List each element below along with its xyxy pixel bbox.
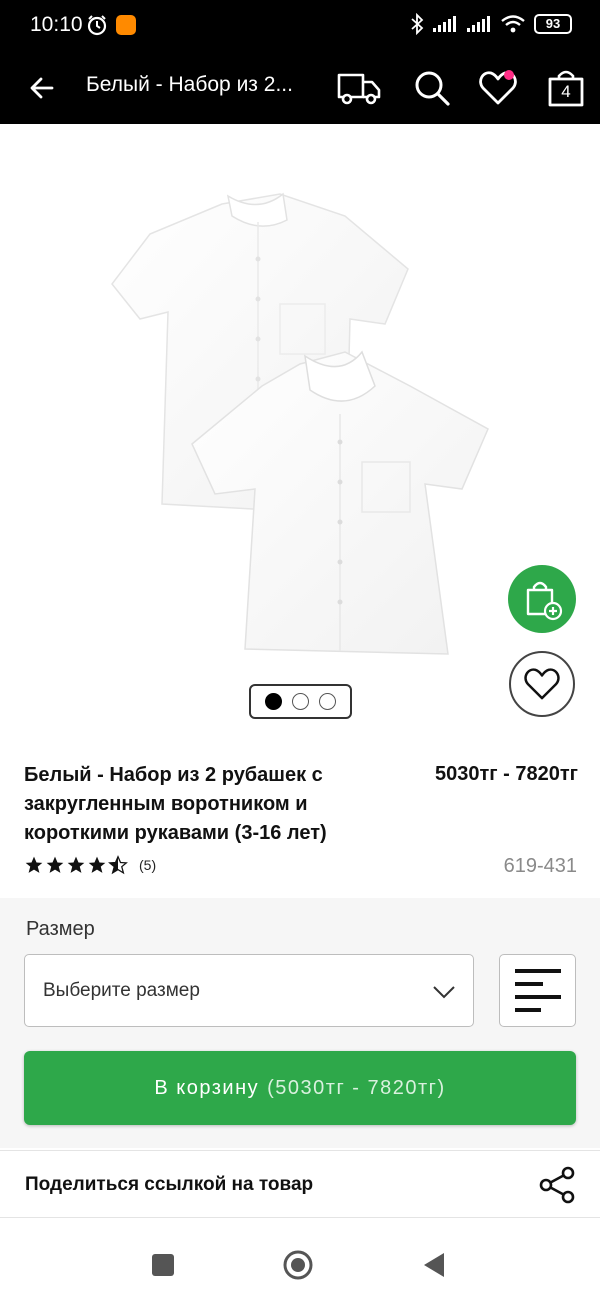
product-price: 5030тг - 7820тг bbox=[434, 763, 578, 785]
add-to-cart-button[interactable]: В корзину (5030тг - 7820тг) bbox=[24, 1051, 576, 1125]
status-right-icons: 93 bbox=[410, 13, 572, 35]
size-select-placeholder: Выберите размер bbox=[43, 980, 200, 1001]
app-notification-icon bbox=[116, 15, 136, 35]
back-nav-button[interactable] bbox=[414, 1247, 454, 1283]
delivery-truck-icon bbox=[337, 73, 381, 105]
bag-add-icon bbox=[526, 581, 563, 621]
share-row[interactable]: Поделиться ссылкой на товар bbox=[0, 1150, 600, 1218]
image-carousel-indicator[interactable] bbox=[249, 684, 352, 719]
product-title: Белый - Набор из 2 рубашек с закругленны… bbox=[24, 764, 327, 844]
home-icon bbox=[283, 1250, 313, 1280]
bluetooth-icon bbox=[411, 13, 424, 35]
status-time: 10:10 bbox=[30, 13, 83, 36]
cart-count: 4 bbox=[561, 82, 571, 101]
back-triangle-icon bbox=[424, 1253, 444, 1277]
star-half-icon bbox=[108, 855, 128, 875]
size-guide-button[interactable] bbox=[499, 954, 576, 1027]
carousel-dot-3[interactable] bbox=[319, 693, 336, 710]
product-photo bbox=[111, 192, 489, 655]
status-notification-icons bbox=[86, 14, 136, 36]
recents-icon bbox=[152, 1254, 174, 1276]
add-to-cart-price: (5030тг - 7820тг) bbox=[267, 1076, 446, 1099]
heart-outline-icon bbox=[524, 668, 560, 700]
share-icon bbox=[539, 1166, 575, 1204]
star-icon bbox=[25, 856, 43, 873]
carousel-dot-1[interactable] bbox=[265, 693, 282, 710]
size-section: Размер Выберите размер В корзину (5030тг… bbox=[0, 898, 600, 1148]
size-guide-icon bbox=[514, 968, 561, 1012]
alarm-icon bbox=[87, 15, 107, 36]
share-label: Поделиться ссылкой на товар bbox=[25, 1174, 314, 1195]
add-to-cart-label: В корзину bbox=[154, 1076, 260, 1099]
delivery-button[interactable] bbox=[334, 66, 384, 110]
product-rating[interactable]: (5) bbox=[24, 855, 156, 875]
app-bar-title: Белый - Набор из 2... bbox=[86, 73, 293, 96]
size-select[interactable]: Выберите размер bbox=[24, 954, 474, 1027]
search-icon bbox=[415, 71, 450, 106]
size-label: Размер bbox=[26, 918, 95, 940]
add-to-wishlist-button[interactable] bbox=[509, 651, 575, 717]
star-icon bbox=[67, 856, 85, 873]
wishlist-badge bbox=[504, 70, 514, 80]
product-image[interactable] bbox=[0, 124, 600, 734]
cart-button[interactable]: 4 bbox=[544, 66, 588, 110]
wifi-icon bbox=[501, 15, 525, 33]
carousel-dot-2[interactable] bbox=[292, 693, 309, 710]
back-button[interactable] bbox=[24, 70, 60, 106]
system-nav-bar bbox=[0, 1227, 600, 1299]
star-icon bbox=[88, 856, 106, 873]
review-count[interactable]: (5) bbox=[139, 857, 156, 873]
search-button[interactable] bbox=[410, 66, 454, 110]
signal-icon bbox=[433, 16, 456, 32]
star-icon bbox=[46, 856, 64, 873]
status-bar: 10:10 93 bbox=[0, 0, 600, 52]
app-bar: Белый - Набор из 2... 4 bbox=[0, 52, 600, 124]
wishlist-button[interactable] bbox=[476, 66, 520, 110]
signal-icon-2 bbox=[467, 16, 490, 32]
arrow-back-icon bbox=[30, 77, 54, 99]
home-button[interactable] bbox=[278, 1247, 318, 1283]
product-sku: 619-431 bbox=[503, 855, 577, 877]
chevron-down-icon bbox=[433, 986, 455, 999]
quick-add-to-bag-button[interactable] bbox=[508, 565, 576, 633]
recents-button[interactable] bbox=[143, 1247, 183, 1283]
battery-indicator: 93 bbox=[534, 14, 572, 34]
